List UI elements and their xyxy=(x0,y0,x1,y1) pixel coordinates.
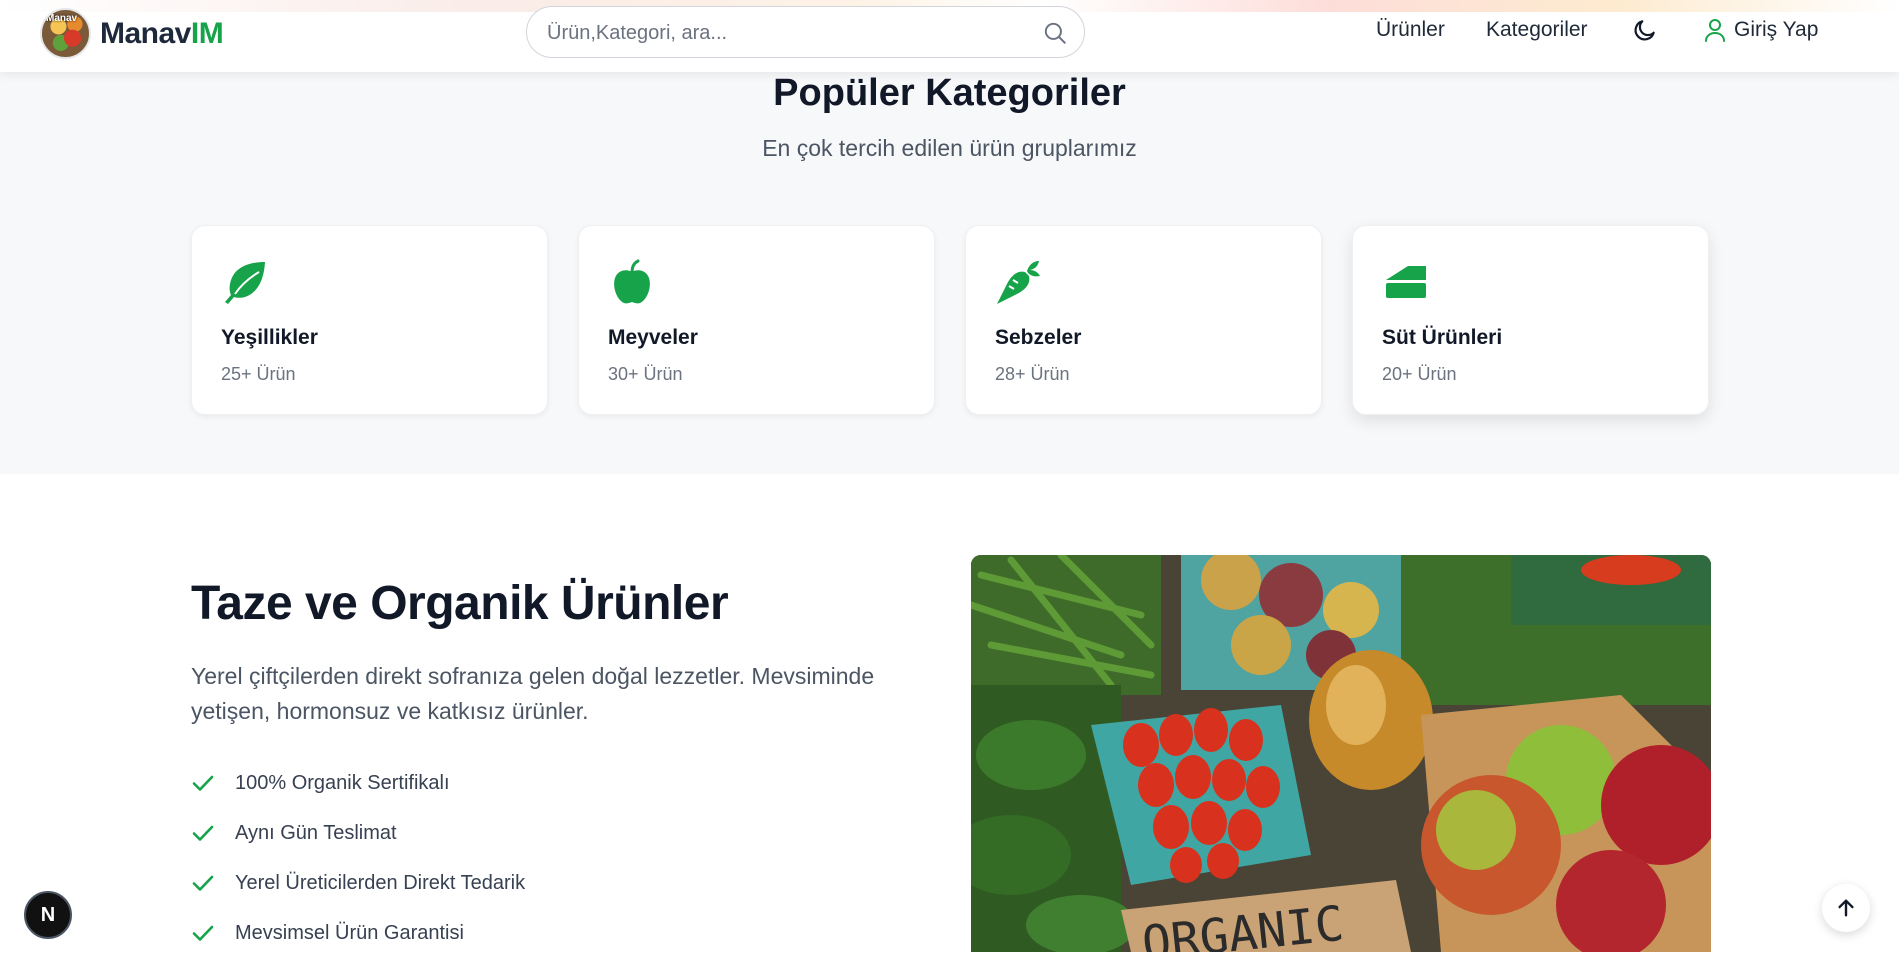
leaf-icon xyxy=(225,262,265,304)
scroll-to-top-button[interactable] xyxy=(1822,884,1870,932)
feature-list: 100% Organik Sertifikalı Aynı Gün Teslim… xyxy=(191,758,525,958)
search-input[interactable] xyxy=(547,19,1017,47)
user-icon xyxy=(1705,19,1725,42)
top-navbar: Manav ManavIM Ürünler Kategoriler Giriş … xyxy=(0,0,1899,72)
check-icon xyxy=(192,825,214,841)
feature-label: Aynı Gün Teslimat xyxy=(235,821,397,844)
logo-text: Manav xyxy=(46,13,78,24)
section-title: Popüler Kategoriler xyxy=(773,72,1126,114)
check-icon xyxy=(192,775,214,791)
category-count: 25+ Ürün xyxy=(221,364,296,384)
nav-categories-link[interactable]: Kategoriler xyxy=(1486,18,1588,42)
nav-products-link[interactable]: Ürünler xyxy=(1376,18,1445,42)
category-name: Yeşillikler xyxy=(221,326,318,349)
feature-item: Yerel Üreticilerden Direkt Tedarik xyxy=(191,858,525,908)
search-bar xyxy=(526,6,1085,58)
cheese-icon xyxy=(1386,266,1426,298)
feature-label: Yerel Üreticilerden Direkt Tedarik xyxy=(235,871,526,894)
feature-label: 100% Organik Sertifikalı xyxy=(235,771,450,794)
feature-item: 100% Organik Sertifikalı xyxy=(191,758,525,808)
organic-produce-photo: ORGANIC xyxy=(971,555,1711,952)
category-card-meyveler[interactable]: Meyveler 30+ Ürün xyxy=(578,225,935,415)
login-label: Giriş Yap xyxy=(1734,18,1819,41)
category-name: Sebzeler xyxy=(995,326,1082,349)
check-icon xyxy=(192,875,214,891)
category-count: 20+ Ürün xyxy=(1382,364,1457,384)
popular-categories-section: Popüler Kategoriler En çok tercih edilen… xyxy=(0,72,1899,474)
feature-label: Mevsimsel Ürün Garantisi xyxy=(235,921,464,944)
dark-mode-toggle-moon-icon[interactable] xyxy=(1632,17,1658,43)
login-button[interactable]: Giriş Yap xyxy=(1704,18,1818,42)
brand-logo: Manav xyxy=(40,8,91,59)
carrot-icon xyxy=(997,261,1040,304)
produce-illustration: ORGANIC xyxy=(971,555,1711,952)
brand-name: ManavIM xyxy=(100,16,224,51)
search-icon[interactable] xyxy=(1042,20,1068,46)
check-icon xyxy=(192,925,214,941)
brand-name-accent: IM xyxy=(190,16,224,50)
category-card-sut-urunleri[interactable]: Süt Ürünleri 20+ Ürün xyxy=(1352,225,1709,415)
dev-tools-badge[interactable]: N xyxy=(24,891,72,939)
category-count: 30+ Ürün xyxy=(608,364,683,384)
apple-icon xyxy=(614,259,650,304)
feature-item: Mevsimsel Ürün Garantisi xyxy=(191,908,525,958)
section-subtitle: En çok tercih edilen ürün gruplarımız xyxy=(762,135,1137,161)
brand-name-main: Manav xyxy=(100,16,191,50)
brand-home-link[interactable]: Manav ManavIM xyxy=(40,8,224,59)
category-count: 28+ Ürün xyxy=(995,364,1070,384)
category-name: Süt Ürünleri xyxy=(1382,326,1503,349)
organic-description: Yerel çiftçilerden direkt sofranıza gele… xyxy=(191,663,875,724)
category-card-sebzeler[interactable]: Sebzeler 28+ Ürün xyxy=(965,225,1322,415)
feature-item: Aynı Gün Teslimat xyxy=(191,808,525,858)
category-card-yesillikler[interactable]: Yeşillikler 25+ Ürün xyxy=(191,225,548,415)
organic-title: Taze ve Organik Ürünler xyxy=(191,577,729,630)
arrow-up-icon xyxy=(1838,899,1854,917)
category-name: Meyveler xyxy=(608,326,698,349)
